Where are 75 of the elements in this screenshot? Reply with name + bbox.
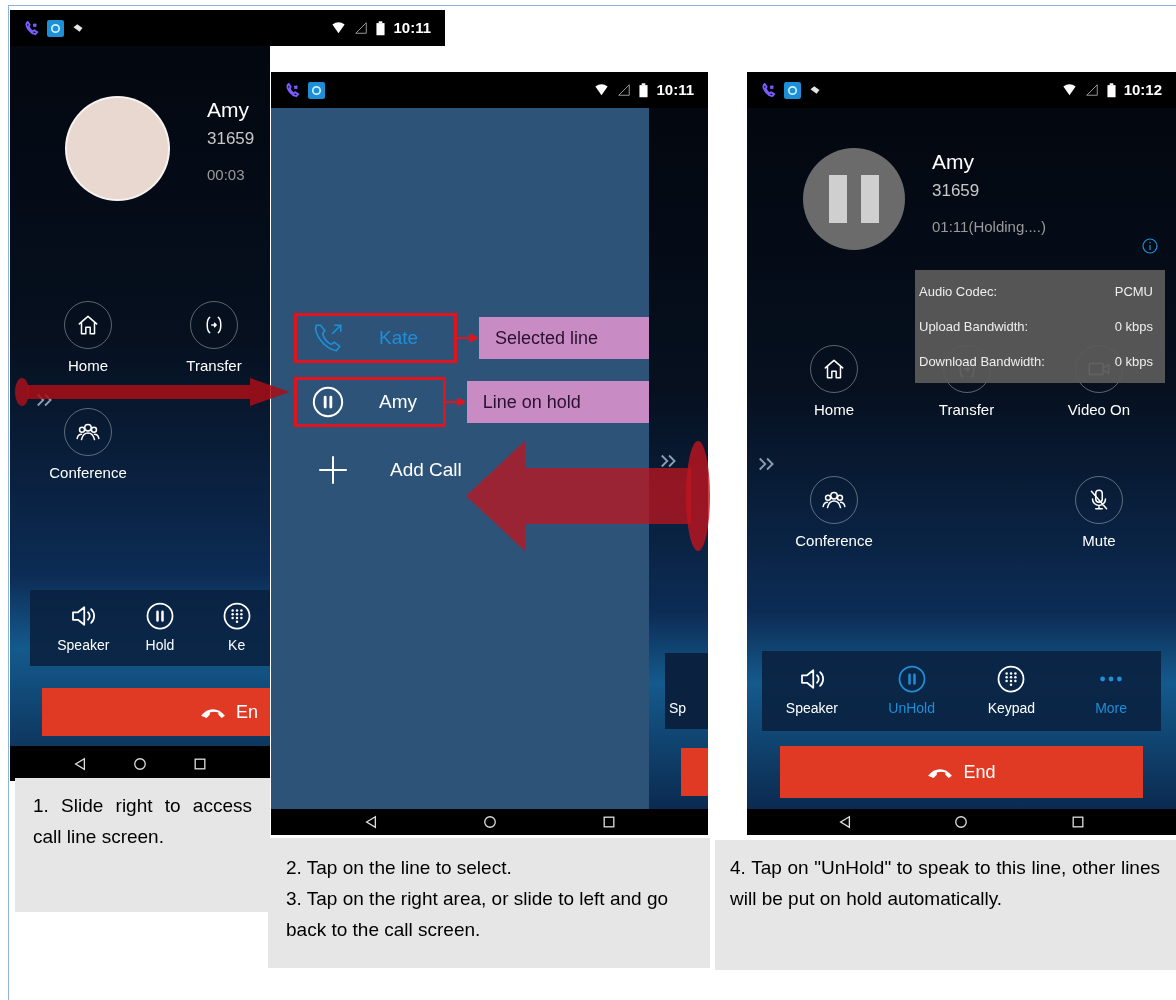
battery-icon: [639, 82, 649, 98]
hold-control[interactable]: UnHold: [866, 663, 957, 719]
end-call-button[interactable]: En: [42, 688, 270, 736]
recents-icon: [601, 815, 616, 829]
clock-time: 10:11: [393, 17, 431, 38]
call-line-item[interactable]: Amy: [294, 377, 447, 427]
instruction-text: 2. Tap on the line to select.: [286, 856, 513, 880]
wifi-icon: [594, 83, 610, 97]
keypad-icon: [996, 663, 1027, 694]
clock-time: 10:11: [656, 79, 694, 100]
back-icon: [73, 756, 87, 771]
back-icon: [838, 815, 853, 829]
home-button[interactable]: Home: [40, 301, 136, 378]
keypad-icon: [221, 600, 252, 631]
conference-button[interactable]: Conference: [779, 475, 889, 552]
dots-icon: [1099, 674, 1124, 683]
info-value: 0 kbps: [1114, 352, 1154, 371]
pointer-arrow: [446, 396, 467, 408]
clock-time: 10:12: [1123, 79, 1162, 100]
signal-icon: [1084, 83, 1099, 97]
speaker-control[interactable]: Speaker: [50, 600, 117, 656]
home-circle-icon: [954, 815, 969, 829]
hold-control[interactable]: Hold: [126, 600, 194, 656]
signal-icon: [354, 21, 369, 35]
pause-icon: [311, 385, 345, 419]
call-timer: 00:03: [207, 165, 246, 185]
home-circle-icon: [133, 756, 147, 771]
instruction-text: 4. Tap on "UnHold" to speak to this line, other lines will be put on hold automatically.: [730, 856, 1160, 911]
mute-button[interactable]: Mute: [1044, 475, 1154, 552]
tag-icon: [72, 22, 84, 34]
callout-label: Selected line: [479, 317, 649, 359]
home-button[interactable]: Home: [779, 345, 889, 422]
signal-icon: [617, 83, 632, 97]
transfer-button[interactable]: Transfer: [166, 301, 262, 378]
recents-icon: [193, 756, 207, 771]
battery-icon: [376, 20, 386, 36]
instruction-text: 1. Slide right to access call line screen.: [33, 794, 252, 849]
phone-notification-icon: [761, 82, 776, 98]
phone-notification-icon: [285, 82, 300, 98]
app-notification-icon: [47, 19, 64, 37]
plus-icon: [318, 455, 348, 485]
recents-icon: [1070, 815, 1085, 829]
app-notification-icon: [784, 81, 801, 99]
end-call-button[interactable]: End: [780, 746, 1143, 798]
pause-icon: [145, 600, 175, 631]
contact-number: 31659: [207, 128, 255, 150]
conference-button[interactable]: Conference: [40, 407, 136, 484]
pointer-arrow: [457, 332, 479, 344]
add-call-item[interactable]: Add Call: [294, 455, 462, 485]
speaker-control[interactable]: Speaker: [766, 663, 857, 719]
wifi-icon: [331, 21, 347, 35]
home-circle-icon: [482, 815, 497, 829]
info-label: Audio Codec:: [919, 282, 998, 301]
tag-icon: [809, 84, 821, 96]
info-label: Upload Bandwidth:: [919, 317, 1029, 336]
contact-number: 31659: [932, 180, 981, 202]
info-icon: [1142, 238, 1158, 254]
contact-name: Amy: [932, 149, 975, 175]
info-value: PCMU: [1114, 282, 1154, 301]
app-notification-icon: [308, 81, 325, 99]
call-timer: 01:11(Holding....): [932, 217, 1046, 237]
callout-label: Line on hold: [466, 381, 649, 423]
info-value: 0 kbps: [1114, 317, 1154, 336]
phone-notification-icon: [24, 20, 39, 36]
contact-name: Amy: [207, 97, 250, 123]
back-icon: [363, 815, 378, 829]
wifi-icon: [1061, 83, 1077, 97]
control-label: Sp: [669, 699, 688, 718]
keypad-control[interactable]: Ke: [203, 600, 270, 656]
instruction-text: 3. Tap on the right area, or slide to left and go back to the call screen.: [286, 887, 669, 942]
info-label: Download Bandwidth:: [919, 352, 1045, 371]
more-control[interactable]: More: [1066, 663, 1157, 719]
battery-icon: [1106, 82, 1116, 98]
keypad-control[interactable]: Keypad: [966, 663, 1057, 719]
pause-icon: [896, 663, 927, 694]
